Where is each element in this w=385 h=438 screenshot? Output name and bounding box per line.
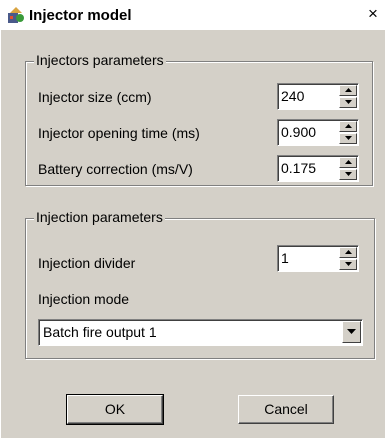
injector-size-value[interactable]: 240	[281, 88, 304, 104]
injection-divider-spinner[interactable]: 1	[277, 245, 359, 272]
arrow-up-icon	[345, 88, 352, 92]
battery-correction-value[interactable]: 0.175	[281, 160, 316, 176]
injection-divider-down-button[interactable]	[339, 259, 357, 270]
close-icon[interactable]: ×	[364, 4, 382, 24]
injector-size-spinner[interactable]: 240	[277, 83, 359, 110]
battery-correction-up-button[interactable]	[339, 157, 357, 168]
injector-size-down-button[interactable]	[339, 97, 357, 108]
injector-opening-value[interactable]: 0.900	[281, 124, 316, 140]
injection-parameters-title: Injection parameters	[34, 209, 165, 225]
battery-correction-down-button[interactable]	[339, 169, 357, 180]
arrow-up-icon	[345, 124, 352, 128]
battery-correction-label: Battery correction (ms/V)	[38, 161, 193, 177]
injector-opening-up-button[interactable]	[339, 121, 357, 132]
arrow-down-icon	[345, 262, 352, 266]
arrow-up-icon	[345, 250, 352, 254]
injector-size-label: Injector size (ccm)	[38, 89, 152, 105]
injectors-parameters-title: Injectors parameters	[34, 52, 166, 68]
window-title: Injector model	[29, 7, 132, 24]
app-icon	[6, 5, 26, 25]
injector-opening-spinner[interactable]: 0.900	[277, 119, 359, 146]
injection-divider-value[interactable]: 1	[281, 250, 289, 266]
arrow-down-icon	[345, 136, 352, 140]
cancel-button[interactable]: Cancel	[238, 395, 334, 424]
arrow-down-icon	[345, 100, 352, 104]
arrow-up-icon	[345, 160, 352, 164]
battery-correction-spinner[interactable]: 0.175	[277, 155, 359, 182]
injection-divider-up-button[interactable]	[339, 247, 357, 258]
injection-mode-dropdown-button[interactable]	[342, 321, 361, 343]
arrow-down-icon	[345, 172, 352, 176]
injection-mode-value[interactable]: Batch fire output 1	[43, 324, 157, 340]
title-bar[interactable]: Injector model ×	[1, 1, 385, 30]
injector-opening-label: Injector opening time (ms)	[38, 125, 200, 141]
injection-mode-label: Injection mode	[38, 291, 130, 307]
ok-button[interactable]: OK	[66, 394, 164, 425]
injector-model-dialog: Injector model × Injectors parameters In…	[0, 0, 385, 438]
chevron-down-icon	[347, 329, 356, 334]
injection-mode-select[interactable]: Batch fire output 1	[38, 319, 363, 346]
injector-opening-down-button[interactable]	[339, 133, 357, 144]
injection-divider-label: Injection divider	[38, 255, 136, 271]
injector-size-up-button[interactable]	[339, 85, 357, 96]
